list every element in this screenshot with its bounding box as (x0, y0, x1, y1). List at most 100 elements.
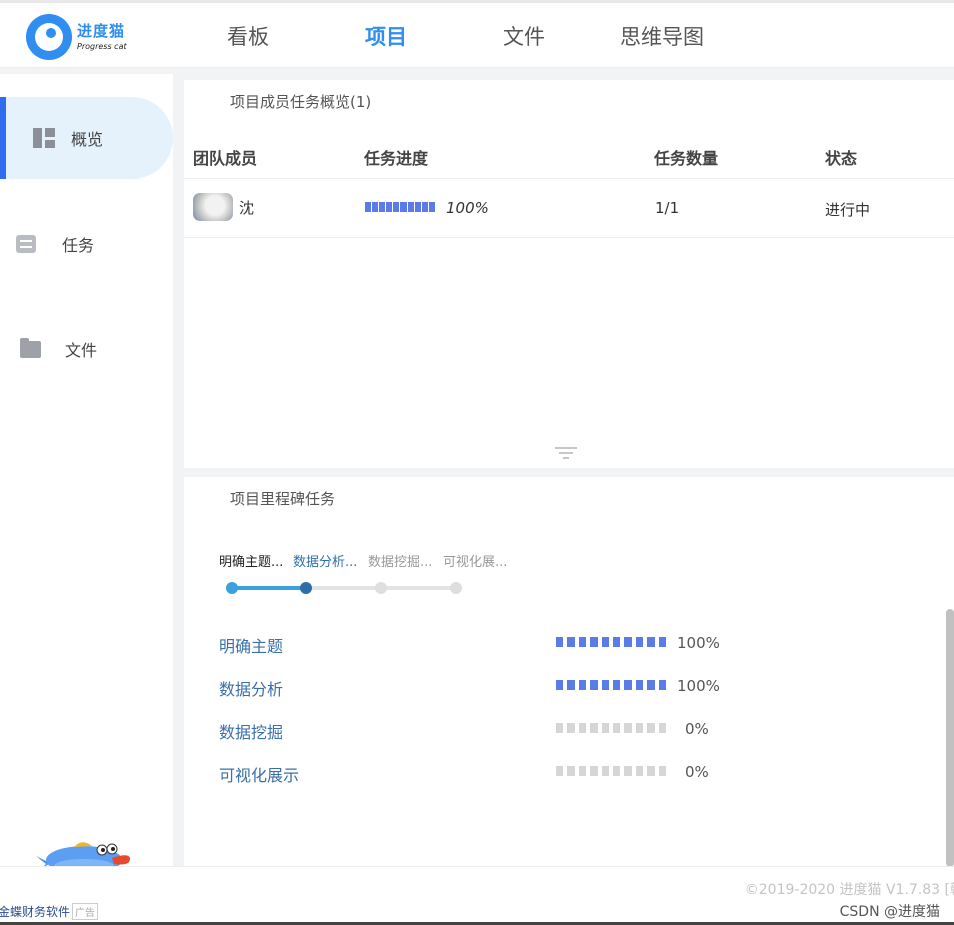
progress-segment (613, 637, 621, 647)
progress-segment (578, 637, 587, 647)
milestone-step-3[interactable]: 数据挖掘... (368, 551, 432, 570)
logo-subtitle: Progress cat (77, 42, 127, 51)
sidebar-item-files[interactable]: 文件 (0, 308, 173, 390)
progress-segment (590, 680, 598, 690)
sidebar-item-overview[interactable]: 概览 (0, 97, 173, 179)
milestone-task-name[interactable]: 数据挖掘 (219, 719, 283, 743)
progress-segment (647, 766, 655, 776)
members-overview-panel (184, 80, 954, 468)
progress-segment (590, 766, 598, 776)
progress-segment (658, 680, 667, 690)
progress-segment (624, 637, 632, 647)
progress-segment (647, 637, 655, 647)
progress-segment (567, 680, 575, 690)
milestone-step-4[interactable]: 可视化展... (443, 551, 507, 570)
progress-segment (624, 766, 632, 776)
progress-segment (414, 202, 421, 212)
nav-mindmap[interactable]: 思维导图 (620, 21, 704, 51)
column-header-member: 团队成员 (193, 149, 258, 168)
sidebar-label-tasks: 任务 (62, 236, 95, 255)
progress-segment (601, 766, 610, 776)
sidebar-label-files: 文件 (65, 341, 98, 360)
milestone-dot-4[interactable] (450, 582, 462, 594)
progress-segment (556, 680, 564, 690)
milestone-task-progress-bar (556, 723, 667, 733)
milestone-task-progress-bar (556, 637, 667, 647)
progress-segment (601, 637, 610, 647)
progress-segment (658, 723, 667, 733)
progress-segment (421, 202, 428, 212)
progress-segment (365, 202, 372, 212)
milestone-dot-3[interactable] (375, 582, 387, 594)
progress-segment (379, 202, 386, 212)
progress-segment (647, 723, 655, 733)
vertical-scrollbar[interactable] (946, 609, 954, 867)
table-row-divider (184, 237, 954, 238)
progress-segment (624, 680, 632, 690)
progress-segment (635, 637, 644, 647)
folder-icon (20, 337, 41, 358)
top-header: 进度猫 Progress cat 看板 项目 文件 思维导图 (0, 0, 954, 68)
member-status: 进行中 (825, 201, 871, 219)
milestone-task-name[interactable]: 明确主题 (219, 633, 283, 657)
progress-segment (556, 637, 564, 647)
progress-segment (658, 766, 667, 776)
member-progress-bar (365, 202, 435, 212)
milestone-dot-1[interactable] (226, 582, 238, 594)
progress-segment (407, 202, 414, 212)
milestone-task-percent: 0% (685, 763, 709, 781)
progress-segment (635, 680, 644, 690)
progress-segment (393, 202, 400, 212)
progress-segment (601, 680, 610, 690)
sidebar: 概览 任务 文件 (0, 74, 173, 896)
progress-segment (386, 202, 393, 212)
milestone-task-name[interactable]: 数据分析 (219, 676, 283, 700)
milestone-track-progress (232, 586, 306, 590)
task-icon (16, 235, 36, 253)
milestone-task-percent: 100% (677, 634, 720, 652)
column-header-count: 任务数量 (654, 149, 719, 168)
milestone-task-name[interactable]: 可视化展示 (219, 762, 299, 786)
progress-segment (567, 637, 575, 647)
milestone-task-progress-bar (556, 680, 667, 690)
progress-segment (624, 723, 632, 733)
progress-segment (556, 766, 564, 776)
cat-logo-icon (26, 14, 72, 60)
milestone-panel-title: 项目里程碑任务 (230, 490, 336, 508)
progress-segment (647, 680, 655, 690)
milestone-step-1[interactable]: 明确主题... (219, 551, 283, 570)
column-header-status: 状态 (825, 149, 858, 168)
progress-segment (556, 723, 564, 733)
nav-kanban[interactable]: 看板 (227, 21, 269, 51)
table-header-divider (184, 178, 954, 179)
progress-segment (400, 202, 407, 212)
milestone-task-progress-bar (556, 766, 667, 776)
milestone-dot-2[interactable] (300, 582, 312, 594)
logo-title: 进度猫 (77, 22, 126, 40)
sidebar-item-tasks[interactable]: 任务 (0, 203, 173, 285)
nav-project[interactable]: 项目 (365, 21, 407, 51)
filter-icon[interactable] (555, 447, 577, 461)
progress-segment (578, 766, 587, 776)
ad-text[interactable]: 金蝶财务软件 (0, 905, 70, 919)
member-name: 沈 (239, 199, 255, 217)
app-logo[interactable]: 进度猫 Progress cat (26, 13, 127, 61)
progress-segment (613, 680, 621, 690)
ad-link[interactable]: 金蝶财务软件 广告 (0, 903, 99, 920)
members-panel-title: 项目成员任务概览(1) (230, 93, 372, 111)
progress-segment (578, 723, 587, 733)
milestone-panel (184, 477, 954, 867)
overview-icon (33, 128, 55, 148)
milestone-task-percent: 100% (677, 677, 720, 695)
milestone-step-2[interactable]: 数据分析... (293, 551, 357, 570)
progress-segment (567, 723, 575, 733)
ad-badge: 广告 (72, 903, 99, 920)
progress-segment (567, 766, 575, 776)
progress-segment (635, 766, 644, 776)
copyright-text: ©2019-2020 进度猫 V1.7.83 [赣 (744, 882, 954, 898)
progress-segment (601, 723, 610, 733)
nav-files[interactable]: 文件 (503, 21, 545, 51)
progress-segment (428, 202, 435, 212)
progress-segment (613, 766, 621, 776)
progress-segment (590, 637, 598, 647)
